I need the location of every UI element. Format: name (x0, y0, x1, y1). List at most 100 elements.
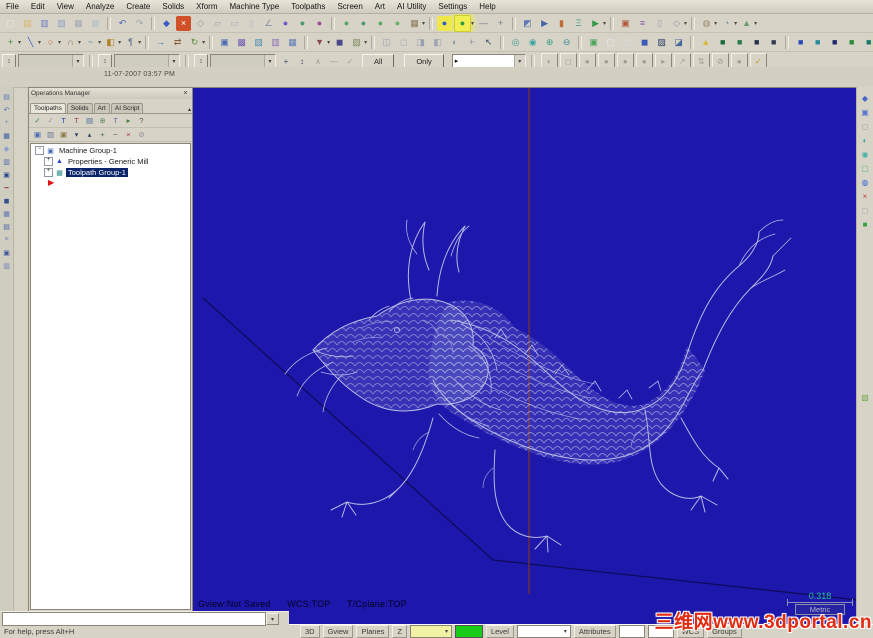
xform-dynamic-icon[interactable]: + (279, 54, 293, 68)
statusbar-planes-button[interactable]: Planes (356, 625, 390, 638)
verify-4-icon[interactable]: ● (390, 16, 405, 31)
dock-mesh-icon[interactable]: ▦ (1, 208, 12, 219)
solids-extrude-icon[interactable]: ▣ (217, 35, 232, 50)
level-navy-icon[interactable]: ■ (827, 35, 842, 50)
create-spline-icon[interactable]: ~ (83, 35, 98, 50)
menu-help[interactable]: Help (473, 1, 501, 12)
ops-help-icon[interactable]: ? (136, 115, 147, 126)
save-icon[interactable]: ▥ (37, 16, 52, 31)
disable-posting-icon[interactable]: ⊘ (136, 129, 147, 140)
point-style-icon[interactable]: + (493, 16, 508, 31)
create-drafting-icon[interactable]: ¶ (123, 35, 138, 50)
create-point-dropdown-icon[interactable]: ▾ (18, 39, 21, 46)
menu-ai-utility[interactable]: AI Utility (391, 1, 432, 12)
redo-icon[interactable]: ↷ (132, 16, 147, 31)
lock-toolpath-icon[interactable]: ▣ (58, 129, 69, 140)
screen-combine-icon[interactable]: ◇ (669, 16, 684, 31)
z-depth-dropdown-icon[interactable]: ▾ (442, 628, 451, 635)
tree-item-properties-generic-mill[interactable]: + ▲ Properties - Generic Mill (31, 156, 190, 167)
toolpath-contour-icon[interactable]: ▧ (349, 35, 364, 50)
menu-analyze[interactable]: Analyze (80, 1, 120, 12)
level-cyan-icon[interactable]: ■ (810, 35, 825, 50)
planes-select-icon[interactable]: ▶ (537, 16, 552, 31)
analyze-position-icon[interactable]: ◆ (159, 16, 174, 31)
art-apply-icon[interactable]: ▨ (859, 391, 871, 403)
wcs-select-icon[interactable]: Ξ (571, 16, 586, 31)
select-all-operations-icon[interactable]: ✓ (32, 115, 43, 126)
shade-settings-icon[interactable]: ◪ (671, 35, 686, 50)
solids-revolve-icon[interactable]: ▩ (234, 35, 249, 50)
level-green-icon[interactable]: ■ (844, 35, 859, 50)
dock-analyze-icon[interactable]: ◆ (1, 143, 12, 154)
dock-list-icon[interactable]: ≡ (1, 234, 12, 245)
zoom-target-right-icon[interactable]: ▣ (859, 106, 871, 118)
screen-grid-dropdown-icon[interactable]: ▾ (422, 20, 425, 27)
groups-manager-icon[interactable]: ◍ (699, 16, 714, 31)
delta-select-icon[interactable]: — (327, 54, 341, 68)
view-pan-icon[interactable]: + (464, 35, 479, 50)
material-dark-1-icon[interactable]: ■ (749, 35, 764, 50)
create-drafting-dropdown-icon[interactable]: ▾ (138, 39, 141, 46)
create-line-icon[interactable]: ╲ (23, 35, 38, 50)
tree-expand-icon[interactable]: − (35, 146, 44, 155)
ai-run-blue-icon[interactable]: ● (437, 15, 453, 31)
create-surface-icon[interactable]: ◧ (103, 35, 118, 50)
move-insert-down-icon[interactable]: ▾ (71, 129, 82, 140)
zoom-in-icon[interactable]: ⊕ (542, 35, 557, 50)
menu-solids[interactable]: Solids (156, 1, 190, 12)
wireframe-dragon-model[interactable] (193, 88, 858, 626)
expand-all-icon[interactable]: + (97, 129, 108, 140)
wireframe-display-icon[interactable]: ▨ (654, 35, 669, 50)
create-spline-dropdown-icon[interactable]: ▾ (98, 39, 101, 46)
insert-arrow-marker[interactable]: ▶ (48, 178, 190, 187)
dock-line-icon[interactable]: ━ (1, 182, 12, 193)
level-manager-icon[interactable]: ▲ (739, 16, 754, 31)
level-manager-dropdown-icon[interactable]: ▾ (754, 20, 757, 27)
menu-create[interactable]: Create (120, 1, 156, 12)
operations-manager-titlebar[interactable]: Operations Manager × (29, 88, 192, 99)
print-preview-icon[interactable]: ▩ (88, 16, 103, 31)
statusbar-attributes-button[interactable]: Attributes (573, 625, 616, 638)
repaint-right-icon[interactable]: ◻ (859, 204, 871, 216)
level-field[interactable]: ▾ (516, 625, 571, 638)
xform-rotate-icon[interactable]: ↻ (187, 35, 202, 50)
z-depth-field[interactable]: ▾ (409, 625, 452, 638)
regen-selected-icon[interactable]: T (58, 115, 69, 126)
print-icon[interactable]: ▦ (71, 16, 86, 31)
pick-reference-icon[interactable]: ∧ (311, 54, 325, 68)
verify-3-icon[interactable]: ● (373, 16, 388, 31)
create-arc-icon[interactable]: ○ (43, 35, 58, 50)
cursor-icon[interactable]: ↖ (481, 35, 496, 50)
solids-fillet-icon[interactable]: ▦ (285, 35, 300, 50)
level-blue-icon[interactable]: ■ (793, 35, 808, 50)
tab-ai-script[interactable]: AI Script (110, 103, 144, 113)
dock-view-icon[interactable]: ▥ (1, 156, 12, 167)
machine-lathe-icon[interactable]: ◼ (332, 35, 347, 50)
statusbar-z-button[interactable]: Z (392, 625, 407, 638)
material-dark-2-icon[interactable]: ■ (766, 35, 781, 50)
menu-view[interactable]: View (51, 1, 80, 12)
attribute-field-1[interactable] (618, 625, 645, 638)
grid-settings-icon[interactable]: ▣ (618, 16, 633, 31)
new-file-icon[interactable]: ▢ (3, 16, 18, 31)
unzoom-icon[interactable]: ◉ (859, 148, 871, 160)
zoom-out-icon[interactable]: ⊖ (559, 35, 574, 50)
fit-to-screen-icon[interactable]: ▢ (859, 162, 871, 174)
mru-dropdown-icon[interactable]: ▾ (266, 613, 279, 625)
analyze-chain-icon[interactable]: ● (278, 16, 293, 31)
all-button[interactable]: All (362, 54, 395, 68)
gview-select-icon[interactable]: ◩ (520, 16, 535, 31)
statusbar-level-button[interactable]: Level (485, 625, 514, 638)
verify-operations-icon[interactable]: ⊕ (97, 115, 108, 126)
repaint-icon[interactable]: ▢ (603, 35, 618, 50)
groups-manager-dropdown-icon[interactable]: ▾ (714, 20, 717, 27)
run-addin-dropdown-icon[interactable]: ▾ (603, 20, 606, 27)
view-front-icon[interactable]: ◻ (396, 35, 411, 50)
regen-all-icon[interactable]: T (71, 115, 82, 126)
solids-loft-icon[interactable]: ▥ (268, 35, 283, 50)
statusbar-3d-toggle[interactable]: 3D (300, 625, 320, 638)
dock-grid-icon[interactable]: ▦ (1, 130, 12, 141)
tab-toolpaths[interactable]: Toolpaths (30, 103, 66, 113)
delete-operations-icon[interactable]: × (123, 129, 134, 140)
trap-entities-icon[interactable]: ◔ (719, 16, 734, 31)
